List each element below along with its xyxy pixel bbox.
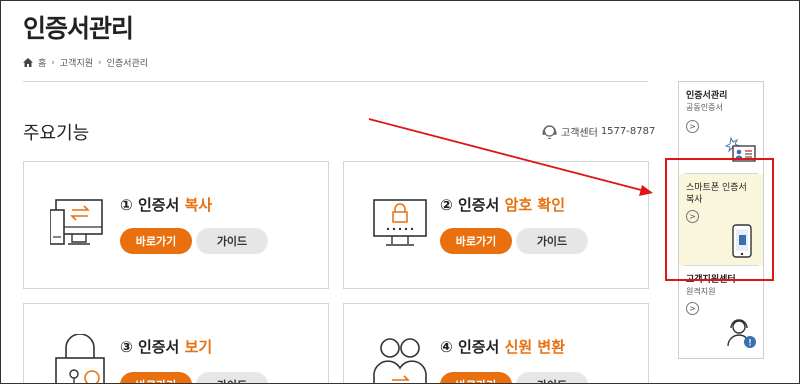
chevron-right-circle-icon[interactable]: > [686, 302, 699, 315]
card-buttons: 바로가기 가이드 [120, 228, 268, 254]
chevron-right-icon: › [98, 57, 102, 68]
guide-button[interactable]: 가이드 [516, 372, 588, 383]
guide-button[interactable]: 가이드 [516, 228, 588, 254]
sidebar-item-title: 인증서관리 [686, 91, 728, 101]
sidebar-item-subtitle: 공동인증서 [686, 103, 723, 112]
lock-search-icon [55, 334, 105, 383]
card-copy-certificate: ① 인증서 복사 바로가기 가이드 [23, 161, 329, 289]
guide-button[interactable]: 가이드 [196, 372, 268, 383]
cs-number: 1577-8787 [600, 126, 656, 137]
cs-label: 고객센터 [561, 128, 598, 139]
divider [23, 81, 648, 82]
card-buttons: 바로가기 가이드 [120, 372, 268, 383]
breadcrumb-current: 인증서관리 [106, 59, 149, 69]
card-buttons: 바로가기 가이드 [440, 372, 588, 383]
home-icon [23, 58, 33, 67]
breadcrumb-support[interactable]: 고객지원 [60, 56, 93, 69]
go-button[interactable]: 바로가기 [440, 228, 512, 254]
monitor-lock-icon [373, 199, 427, 246]
chevron-right-circle-icon[interactable]: > [686, 120, 699, 133]
customer-center-info: 고객센터 1577-8787 [541, 123, 655, 140]
computer-transfer-icon [50, 199, 103, 245]
go-button[interactable]: 바로가기 [440, 372, 512, 383]
breadcrumb-home[interactable]: 홈 [38, 56, 46, 69]
annotation-highlight-box [665, 158, 774, 281]
card-password-check: ② 인증서 암호 확인 바로가기 가이드 [343, 161, 649, 289]
support-agent-icon: ! [727, 319, 756, 348]
headset-icon [542, 125, 557, 139]
card-title: ① 인증서 복사 [120, 196, 213, 214]
sidebar-item-subtitle: 원격지원 [686, 287, 716, 296]
go-button[interactable]: 바로가기 [120, 228, 192, 254]
page-frame: 인증서관리 홈 › 고객지원 › 인증서관리 주요기능 고객센터 1577-87… [0, 0, 800, 384]
chevron-right-icon: › [51, 57, 55, 68]
card-view-certificate: ③ 인증서 보기 바로가기 가이드 [23, 303, 329, 383]
card-buttons: 바로가기 가이드 [440, 228, 588, 254]
card-title: ③ 인증서 보기 [120, 338, 213, 356]
card-identity-change: ④ 인증서 신원 변환 바로가기 가이드 [343, 303, 649, 383]
breadcrumb: 홈 › 고객지원 › 인증서관리 [23, 56, 148, 69]
guide-button[interactable]: 가이드 [196, 228, 268, 254]
section-title: 주요기능 [23, 123, 90, 144]
card-title: ② 인증서 암호 확인 [440, 196, 566, 214]
card-title: ④ 인증서 신원 변환 [440, 338, 566, 356]
page-title: 인증서관리 [23, 14, 134, 43]
people-transfer-icon [373, 338, 427, 383]
svg-text:!: ! [749, 338, 752, 348]
go-button[interactable]: 바로가기 [120, 372, 192, 383]
